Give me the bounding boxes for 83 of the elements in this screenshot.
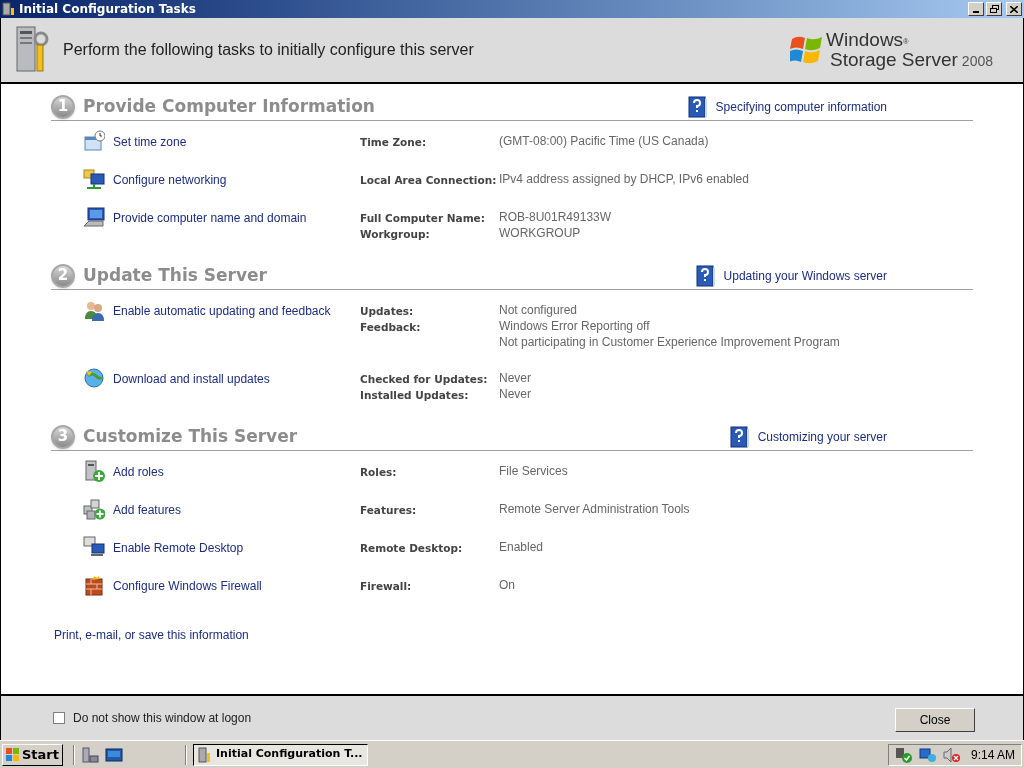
field-label: Roles: — [360, 465, 398, 480]
restore-button[interactable] — [986, 2, 1002, 16]
field-label: Firewall: — [360, 579, 413, 594]
step-number: 1 — [51, 94, 75, 119]
firewall-icon — [83, 574, 105, 596]
field-value: WORKGROUP — [499, 227, 581, 240]
windows-logo — [790, 35, 823, 65]
field-label: Remote Desktop: — [360, 541, 464, 556]
server-manager-icon[interactable] — [81, 746, 99, 763]
field-value: Enabled — [499, 541, 544, 554]
close-icon — [1010, 5, 1018, 13]
task-link[interactable]: Download and install updates — [113, 371, 270, 387]
section-title: Provide Computer Information — [83, 94, 375, 118]
field-value: Not participating in Customer Experience Improvement Program — [499, 336, 840, 349]
server-tools-icon — [15, 25, 49, 75]
network-icon[interactable] — [918, 746, 937, 763]
components-add-icon — [83, 498, 105, 520]
server-add-icon — [83, 460, 105, 482]
muted-speaker-icon[interactable] — [942, 746, 961, 763]
minimize-button[interactable] — [968, 2, 984, 16]
minimize-icon — [973, 11, 979, 13]
logo-text: Windows — [826, 30, 904, 49]
task-link[interactable]: Enable Remote Desktop — [113, 540, 244, 556]
section-title: Customize This Server — [83, 424, 298, 448]
section-title: Update This Server — [83, 263, 267, 287]
help-book-icon — [729, 425, 750, 448]
app-icon — [198, 746, 212, 763]
field-label: Updates: — [360, 304, 415, 319]
network-computers-icon — [83, 168, 105, 190]
task-link[interactable]: Add features — [113, 502, 182, 518]
windows-logo — [6, 747, 20, 762]
field-value: Never — [499, 372, 531, 385]
console-icon[interactable] — [105, 747, 123, 762]
logo-text: Storage Server — [830, 50, 958, 69]
field-label: Feedback: — [360, 320, 422, 335]
field-value: Never — [499, 388, 531, 401]
task-link[interactable]: Enable automatic updating and feedback — [113, 303, 331, 319]
task-link[interactable]: Set time zone — [113, 134, 187, 150]
checkbox-label: Do not show this window at logon — [73, 710, 252, 727]
taskbar-button[interactable]: Initial Configuration T... — [193, 743, 368, 766]
field-value: ROB-8U01R49133W — [499, 211, 612, 224]
field-value: Not configured — [499, 304, 578, 317]
security-check-icon[interactable] — [894, 746, 913, 763]
start-button[interactable]: Start — [2, 743, 63, 766]
logo-year: 2008 — [961, 51, 993, 70]
field-value: (GMT-08:00) Pacific Time (US Canada) — [499, 135, 709, 148]
field-value: Windows Error Reporting off — [499, 320, 651, 333]
task-link[interactable]: Add roles — [113, 464, 164, 480]
step-number: 3 — [51, 424, 75, 449]
help-book-icon — [695, 264, 716, 287]
computer-monitor-icon — [83, 206, 105, 228]
step-number: 2 — [51, 263, 75, 288]
users-icon — [83, 299, 105, 321]
field-value: On — [499, 579, 515, 592]
field-value: Remote Server Administration Tools — [499, 503, 690, 516]
field-value: IPv4 address assigned by DHCP, IPv6 enabled — [499, 173, 749, 186]
close-button[interactable]: Close — [895, 707, 975, 732]
clock: 9:14 AM — [970, 746, 1015, 764]
globe-update-icon — [83, 367, 105, 389]
help-link[interactable]: Customizing your server — [729, 425, 887, 448]
field-label: Full Computer Name: — [360, 211, 486, 226]
field-label: Time Zone: — [360, 135, 428, 150]
field-label: Installed Updates: — [360, 388, 470, 403]
close-button[interactable] — [1006, 2, 1022, 16]
field-label: Local Area Connection: — [360, 173, 498, 188]
task-link[interactable]: Provide computer name and domain — [113, 210, 307, 226]
print-link[interactable]: Print, e-mail, or save this information — [54, 626, 249, 644]
checkbox[interactable] — [53, 712, 65, 724]
field-label: Workgroup: — [360, 227, 431, 242]
restore-icon — [989, 5, 999, 13]
field-value: File Services — [499, 465, 568, 478]
help-link[interactable]: Updating your Windows server — [695, 264, 887, 287]
field-label: Checked for Updates: — [360, 372, 489, 387]
field-label: Features: — [360, 503, 418, 518]
task-link[interactable]: Configure Windows Firewall — [113, 578, 262, 594]
app-icon — [2, 2, 16, 16]
window-title: Initial Configuration Tasks — [19, 1, 196, 18]
help-book-icon — [687, 95, 708, 118]
header-text: Perform the following tasks to initially configure this server — [63, 40, 474, 60]
remote-desktop-icon — [83, 536, 105, 558]
calendar-clock-icon — [83, 130, 105, 152]
task-link[interactable]: Configure networking — [113, 172, 227, 188]
help-link[interactable]: Specifying computer information — [687, 95, 887, 118]
